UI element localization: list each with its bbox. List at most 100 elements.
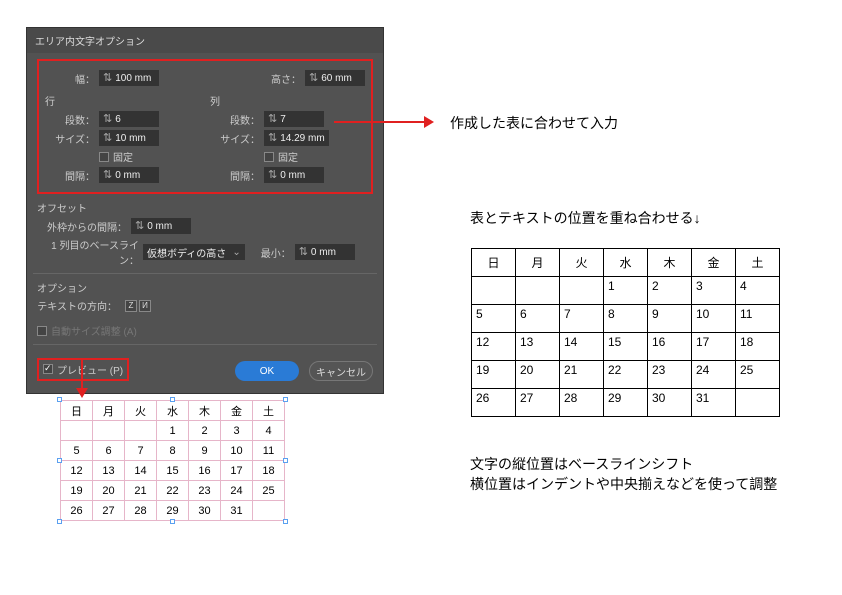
calendar-header-cell: 月 xyxy=(516,249,560,277)
cols-count-label: 段数： xyxy=(210,112,260,127)
calendar-header-cell: 木 xyxy=(189,401,221,421)
calendar-cell: 15 xyxy=(157,461,189,481)
chevron-down-icon: ⌄ xyxy=(232,247,240,258)
rows-gap-input[interactable]: ⇅0 mm xyxy=(99,167,159,183)
calendar-cell: 20 xyxy=(516,361,560,389)
calendar-cell: 5 xyxy=(61,441,93,461)
selection-handle[interactable] xyxy=(57,458,62,463)
textdir-horizontal-icon: Z xyxy=(125,300,137,312)
selection-handle[interactable] xyxy=(57,519,62,524)
stepper-icon: ⇅ xyxy=(103,112,112,126)
stepper-icon: ⇅ xyxy=(268,168,277,182)
highlight-box-top: 幅： ⇅100 mm 高さ： ⇅60 mm 行 段数： ⇅6 サイズ： ⇅10 … xyxy=(37,59,373,194)
calendar-cell: 14 xyxy=(125,461,157,481)
rows-fixed-checkbox[interactable] xyxy=(99,152,109,162)
calendar-cell: 8 xyxy=(157,441,189,461)
rows-gap-label: 間隔： xyxy=(45,168,95,183)
baseline-label: 1 列目のベースライン： xyxy=(37,237,139,267)
textdir-vertical-icon: И xyxy=(139,300,151,312)
calendar-cell: 15 xyxy=(604,333,648,361)
selection-handle[interactable] xyxy=(170,519,175,524)
calendar-cell: 25 xyxy=(253,481,285,501)
calendar-cell: 22 xyxy=(604,361,648,389)
calendar-cell: 26 xyxy=(61,501,93,521)
baseline-select[interactable]: 仮想ボディの高さ⌄ xyxy=(143,244,245,260)
selection-handle[interactable] xyxy=(170,397,175,402)
text-direction-toggle[interactable]: Z И xyxy=(125,300,151,312)
calendar-header-cell: 土 xyxy=(253,401,285,421)
cancel-button[interactable]: キャンセル xyxy=(309,361,373,381)
selection-handle[interactable] xyxy=(57,397,62,402)
calendar-cell xyxy=(516,277,560,305)
selection-handle[interactable] xyxy=(283,397,288,402)
annotation-table-input: 作成した表に合わせて入力 xyxy=(450,113,618,133)
textdir-label: テキストの方向： xyxy=(37,298,117,313)
calendar-cell: 10 xyxy=(221,441,253,461)
cols-section-title: 列 xyxy=(210,93,365,108)
rows-count-input[interactable]: ⇅6 xyxy=(99,111,159,127)
calendar-cell: 24 xyxy=(221,481,253,501)
rows-size-input[interactable]: ⇅10 mm xyxy=(99,130,159,146)
calendar-header-cell: 水 xyxy=(157,401,189,421)
cols-gap-label: 間隔： xyxy=(210,168,260,183)
calendar-cell: 4 xyxy=(253,421,285,441)
calendar-cell: 22 xyxy=(157,481,189,501)
width-label: 幅： xyxy=(45,71,95,86)
calendar-cell: 6 xyxy=(516,305,560,333)
cols-size-input[interactable]: ⇅14.29 mm xyxy=(264,130,329,146)
calendar-row: 262728293031 xyxy=(61,501,285,521)
calendar-cell: 6 xyxy=(93,441,125,461)
stepper-icon: ⇅ xyxy=(103,71,112,85)
calendar-cell: 3 xyxy=(692,277,736,305)
calendar-cell: 30 xyxy=(189,501,221,521)
calendar-cell: 2 xyxy=(648,277,692,305)
calendar-header-cell: 木 xyxy=(648,249,692,277)
preview-checkbox[interactable] xyxy=(43,364,53,374)
cols-count-input[interactable]: ⇅7 xyxy=(264,111,324,127)
outer-margin-input[interactable]: ⇅0 mm xyxy=(131,218,191,234)
stepper-icon: ⇅ xyxy=(299,245,308,259)
calendar-row: 12131415161718 xyxy=(61,461,285,481)
calendar-header-cell: 月 xyxy=(93,401,125,421)
arrow-down-icon xyxy=(72,358,92,398)
calendar-cell: 30 xyxy=(648,389,692,417)
calendar-cell: 18 xyxy=(736,333,780,361)
calendar-cell: 3 xyxy=(221,421,253,441)
outer-margin-label: 外枠からの間隔： xyxy=(37,219,127,234)
calendar-header-cell: 金 xyxy=(692,249,736,277)
calendar-cell xyxy=(125,421,157,441)
cols-gap-input[interactable]: ⇅0 mm xyxy=(264,167,324,183)
calendar-cell: 21 xyxy=(560,361,604,389)
calendar-cell: 28 xyxy=(125,501,157,521)
calendar-header-cell: 日 xyxy=(61,401,93,421)
calendar-cell: 27 xyxy=(516,389,560,417)
baseline-min-input[interactable]: ⇅0 mm xyxy=(295,244,355,260)
calendar-cell: 11 xyxy=(736,305,780,333)
arrow-right-icon xyxy=(334,112,434,132)
calendar-cell xyxy=(736,389,780,417)
calendar-row: 19202122232425 xyxy=(472,361,780,389)
calendar-black: 日月火水木金土 12345678910111213141516171819202… xyxy=(471,248,780,417)
calendar-cell: 7 xyxy=(560,305,604,333)
calendar-cell xyxy=(93,421,125,441)
calendar-cell: 17 xyxy=(221,461,253,481)
width-input[interactable]: ⇅100 mm xyxy=(99,70,159,86)
selection-handle[interactable] xyxy=(283,519,288,524)
dialog-title: エリア内文字オプション xyxy=(27,28,383,53)
rows-section-title: 行 xyxy=(45,93,200,108)
calendar-cell: 29 xyxy=(157,501,189,521)
calendar-header-cell: 水 xyxy=(604,249,648,277)
calendar-cell: 29 xyxy=(604,389,648,417)
calendar-cell: 27 xyxy=(93,501,125,521)
stepper-icon: ⇅ xyxy=(268,131,277,145)
cols-fixed-label: 固定 xyxy=(278,149,298,164)
height-input[interactable]: ⇅60 mm xyxy=(305,70,365,86)
calendar-cell: 31 xyxy=(221,501,253,521)
selection-handle[interactable] xyxy=(283,458,288,463)
cols-fixed-checkbox[interactable] xyxy=(264,152,274,162)
calendar-pink: 日月火水木金土 12345678910111213141516171819202… xyxy=(60,400,285,524)
ok-button[interactable]: OK xyxy=(235,361,299,381)
calendar-cell: 23 xyxy=(648,361,692,389)
calendar-row: 19202122232425 xyxy=(61,481,285,501)
calendar-cell: 13 xyxy=(93,461,125,481)
